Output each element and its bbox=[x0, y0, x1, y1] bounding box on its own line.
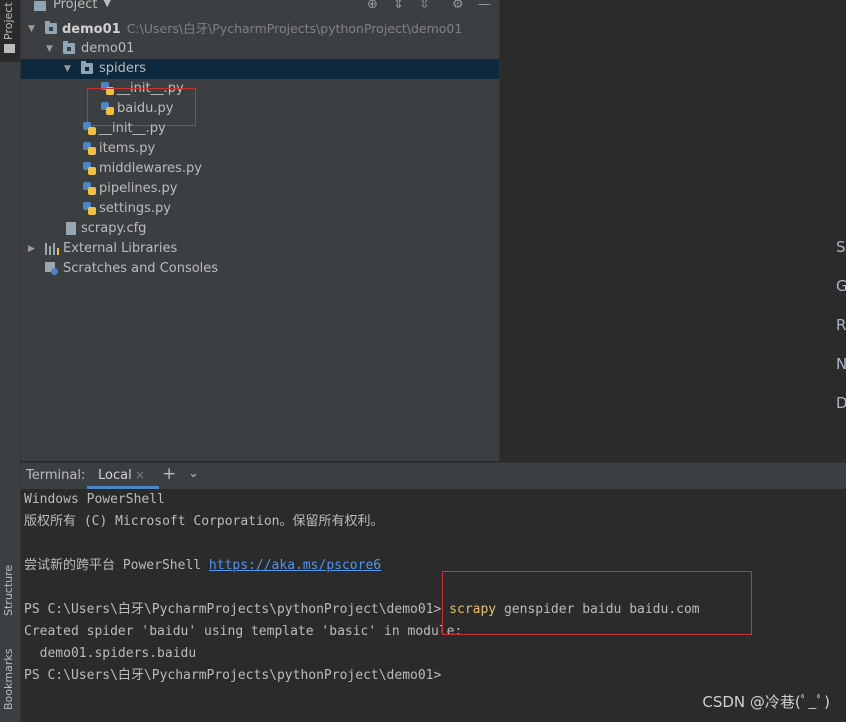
terminal-header: Terminal: Local × + ⌄ bbox=[21, 462, 846, 489]
folder-icon bbox=[45, 21, 57, 34]
bookmarks-tool-label: Bookmarks bbox=[2, 648, 15, 710]
tree-file-label: pipelines.py bbox=[99, 181, 178, 196]
highlight-box bbox=[442, 571, 752, 635]
tree-row-init[interactable]: __init__.py bbox=[21, 119, 499, 139]
pscore-link[interactable]: https://aka.ms/pscore6 bbox=[209, 558, 381, 573]
tree-file-label: scrapy.cfg bbox=[81, 221, 147, 236]
tree-spiders-label: spiders bbox=[99, 61, 147, 76]
editor-partial-text: S bbox=[836, 238, 846, 256]
editor-partial-text: G bbox=[836, 277, 846, 295]
structure-tool-label: Structure bbox=[2, 564, 15, 616]
terminal-line: Created spider 'baidu' using template 'b… bbox=[24, 624, 463, 639]
python-file-icon bbox=[83, 142, 96, 155]
editor-partial-text: N bbox=[836, 355, 846, 373]
close-icon[interactable]: × bbox=[135, 468, 145, 482]
chevron-right-icon[interactable]: ▶ bbox=[28, 239, 35, 259]
editor-partial-text: R bbox=[836, 316, 846, 334]
tree-row-middlewares[interactable]: middlewares.py bbox=[21, 159, 499, 179]
terminal-label: Terminal: bbox=[26, 468, 86, 483]
chevron-down-icon[interactable]: ⌄ bbox=[188, 466, 199, 481]
tree-row-root[interactable]: ▼ demo01 C:\Users\白牙\PycharmProjects\pyth… bbox=[21, 19, 499, 39]
tree-scratches-label: Scratches and Consoles bbox=[63, 261, 219, 276]
structure-tool-tab[interactable]: Structure bbox=[0, 560, 20, 622]
locate-icon[interactable]: ⊕ bbox=[367, 0, 378, 12]
expand-all-icon[interactable]: ⇕ bbox=[393, 0, 404, 12]
tab-local-label: Local bbox=[98, 468, 132, 483]
tree-row-pipelines[interactable]: pipelines.py bbox=[21, 179, 499, 199]
tree-file-label: settings.py bbox=[99, 201, 171, 216]
config-file-icon bbox=[66, 222, 76, 235]
project-tool-tab[interactable]: Project bbox=[0, 0, 20, 62]
terminal-line: Windows PowerShell bbox=[24, 492, 165, 507]
tree-row-external-libraries[interactable]: ▶ External Libraries bbox=[21, 239, 499, 259]
chevron-down-icon[interactable]: ▼ bbox=[103, 0, 111, 9]
scratches-icon bbox=[45, 262, 59, 275]
tree-row-scratches[interactable]: Scratches and Consoles bbox=[21, 259, 499, 279]
project-folder-icon bbox=[34, 1, 46, 11]
terminal-line: 版权所有 (C) Microsoft Corporation。保留所有权利。 bbox=[24, 514, 384, 529]
library-icon bbox=[45, 243, 59, 255]
new-tab-icon[interactable]: + bbox=[162, 464, 176, 484]
project-tool-label: Project bbox=[2, 2, 15, 40]
tree-row-settings[interactable]: settings.py bbox=[21, 199, 499, 219]
collapse-all-icon[interactable]: ⇳ bbox=[419, 0, 430, 12]
tree-libraries-label: External Libraries bbox=[63, 241, 178, 256]
tree-file-label: __init__.py bbox=[99, 121, 166, 136]
terminal-text: 尝试新的跨平台 PowerShell bbox=[24, 558, 209, 573]
tree-row-scrapy-cfg[interactable]: scrapy.cfg bbox=[21, 219, 499, 239]
project-panel-title[interactable]: Project bbox=[53, 0, 97, 12]
gear-icon[interactable]: ⚙ bbox=[452, 0, 464, 12]
editor-area[interactable]: S G R N D bbox=[500, 0, 846, 461]
tree-row-package[interactable]: ▼ demo01 bbox=[21, 39, 499, 59]
folder-icon bbox=[63, 41, 75, 54]
tab-local[interactable]: Local × bbox=[87, 463, 171, 489]
tool-window-stripe: Project Structure Bookmarks bbox=[0, 0, 21, 722]
terminal-line: demo01.spiders.baidu bbox=[24, 646, 197, 661]
python-file-icon bbox=[83, 122, 96, 135]
editor-partial-text: D bbox=[836, 394, 846, 412]
terminal-output[interactable]: Windows PowerShell 版权所有 (C) Microsoft Co… bbox=[21, 489, 846, 722]
terminal-line: 尝试新的跨平台 PowerShell https://aka.ms/pscore… bbox=[24, 555, 381, 577]
project-panel-header: Project ▼ ⊕ ⇕ ⇳ ⚙ — bbox=[21, 0, 499, 16]
folder-icon bbox=[81, 61, 93, 74]
python-file-icon bbox=[83, 162, 96, 175]
project-panel: Project ▼ ⊕ ⇕ ⇳ ⚙ — ▼ demo01 C:\Users\白牙\… bbox=[21, 0, 500, 461]
tree-row-spiders[interactable]: ▼ spiders bbox=[21, 59, 499, 79]
folder-icon bbox=[4, 44, 15, 53]
chevron-down-icon[interactable]: ▼ bbox=[64, 59, 71, 79]
tree-file-label: middlewares.py bbox=[99, 161, 202, 176]
tree-row-items[interactable]: items.py bbox=[21, 139, 499, 159]
watermark: CSDN @冷巷(ﾟ_ﾟ) bbox=[702, 693, 830, 711]
hide-icon[interactable]: — bbox=[478, 0, 491, 12]
bookmarks-tool-tab[interactable]: Bookmarks bbox=[0, 648, 20, 722]
tree-file-label: items.py bbox=[99, 141, 156, 156]
terminal-prompt: PS C:\Users\白牙\PycharmProjects\pythonPro… bbox=[24, 668, 442, 683]
python-file-icon bbox=[83, 182, 96, 195]
tree-root-label: demo01 C:\Users\白牙\PycharmProjects\python… bbox=[62, 21, 463, 37]
tree-package-label: demo01 bbox=[81, 41, 135, 56]
python-file-icon bbox=[83, 202, 96, 215]
chevron-down-icon[interactable]: ▼ bbox=[46, 39, 53, 59]
terminal-prompt: PS C:\Users\白牙\PycharmProjects\pythonPro… bbox=[24, 602, 442, 617]
tree-root-path: C:\Users\白牙\PycharmProjects\pythonProjec… bbox=[126, 21, 463, 36]
chevron-down-icon[interactable]: ▼ bbox=[28, 19, 35, 39]
